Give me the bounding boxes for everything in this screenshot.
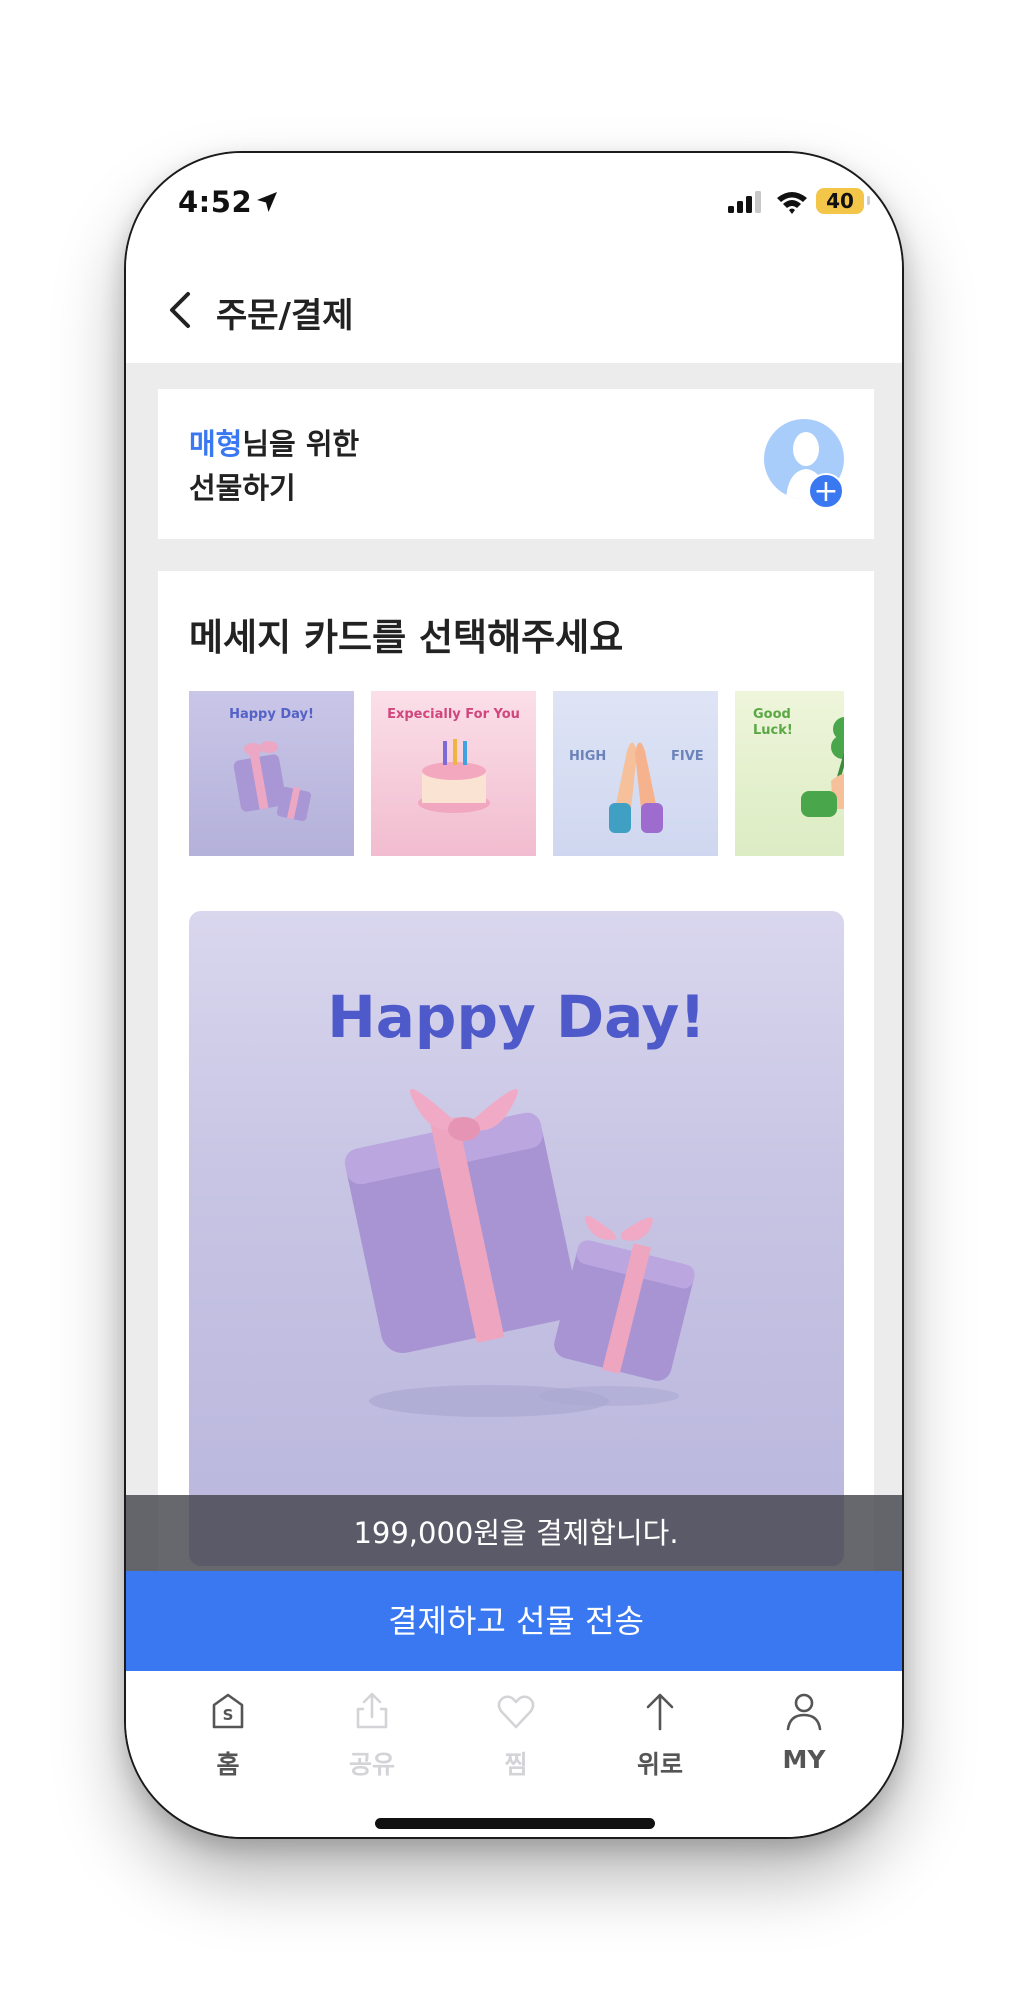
tab-label: 공유 [348, 1750, 395, 1779]
svg-text:S: S [223, 1706, 234, 1724]
tab-label: 위로 [636, 1750, 683, 1779]
card-thumbnail-high-five[interactable]: HIGH FIVE [553, 691, 718, 856]
gift-boxes-illustration [344, 1089, 695, 1417]
recipient-card: 매형님을 위한 선물하기 + [158, 389, 874, 539]
selected-card-preview: Happy Day! [189, 911, 844, 1566]
clover-hand-illustration [801, 717, 844, 817]
tab-my[interactable]: MY [744, 1689, 864, 1774]
bottom-tab-bar: S 홈 공유 찜 위로 MY [126, 1671, 902, 1837]
high-five-illustration [609, 742, 663, 833]
back-chevron-icon[interactable] [162, 288, 202, 332]
location-arrow-icon [257, 192, 277, 212]
tab-label: 홈 [216, 1750, 240, 1779]
card-thumbnail-especially-for-you[interactable]: Expecially For You [371, 691, 536, 856]
person-icon [786, 1693, 822, 1731]
tab-label: MY [782, 1745, 826, 1774]
message-card-title: 메세지 카드를 선택해주세요 [189, 616, 624, 659]
cake-illustration [418, 739, 490, 813]
card-thumbnail-carousel[interactable]: Happy Day! Expecially For You HIGH FIVE … [189, 691, 844, 856]
gift-illustration [233, 741, 312, 822]
recipient-line2: 선물하기 [189, 471, 296, 505]
tab-wishlist[interactable]: 찜 [456, 1689, 576, 1781]
payment-amount-toast: 199,000원을 결제합니다. [126, 1495, 902, 1571]
status-time: 4:52 [178, 185, 253, 219]
heart-icon [497, 1695, 535, 1729]
pay-and-send-gift-button[interactable]: 결제하고 선물 전송 [126, 1571, 902, 1671]
tab-home[interactable]: S 홈 [168, 1689, 288, 1781]
recipient-suffix: 님을 위한 [242, 427, 360, 461]
add-recipient-icon[interactable]: + [808, 473, 844, 509]
recipient-name: 매형 [189, 427, 243, 461]
share-icon [356, 1692, 388, 1729]
status-bar: 4:52 40 [126, 153, 902, 258]
home-icon: S [212, 1693, 244, 1729]
battery-level: 40 [816, 188, 864, 214]
tab-scroll-top[interactable]: 위로 [600, 1689, 720, 1781]
card-thumbnail-good-luck[interactable]: Good Luck! [735, 691, 844, 856]
cellular-signal-icon [728, 191, 761, 213]
home-indicator [375, 1818, 655, 1829]
tab-label: 찜 [504, 1750, 528, 1779]
recipient-line1: 매형님을 위한 [189, 421, 359, 463]
arrow-up-icon [646, 1693, 674, 1731]
tab-share[interactable]: 공유 [312, 1689, 432, 1781]
navigation-bar: 주문/결제 [126, 258, 902, 363]
battery-nub [867, 196, 870, 205]
page-title: 주문/결제 [216, 296, 354, 336]
phone-frame: 4:52 40 주문/결제 매형님을 위한 선물하기 + 메세지 카드를 선택해… [124, 151, 904, 1839]
card-thumbnail-happy-day[interactable]: Happy Day! [189, 691, 354, 856]
wifi-icon [777, 192, 807, 214]
